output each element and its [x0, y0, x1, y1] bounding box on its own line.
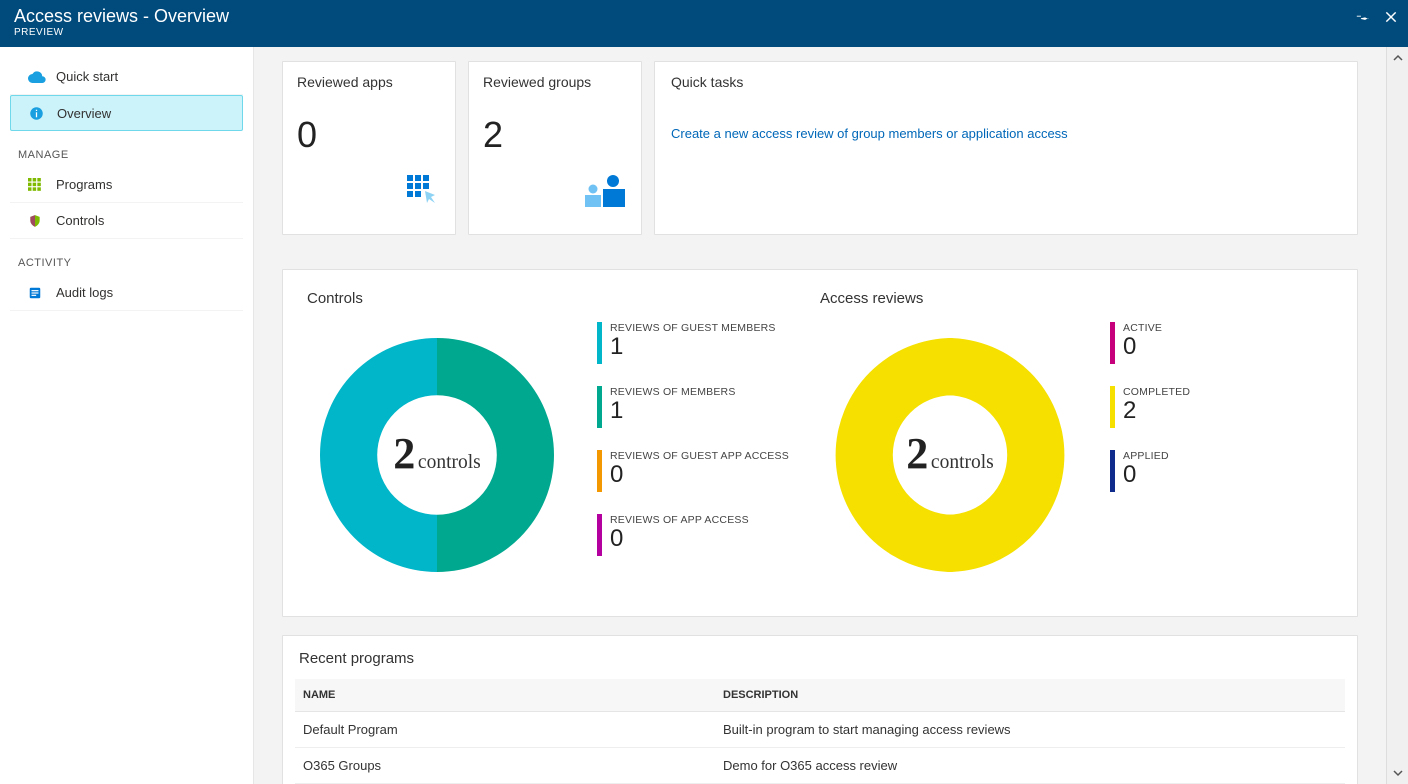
pin-icon[interactable]: [1356, 10, 1370, 29]
legend-item: REVIEWS OF GUEST MEMBERS1: [597, 322, 789, 364]
card-reviewed-apps[interactable]: Reviewed apps 0: [282, 61, 456, 235]
card-title: Quick tasks: [671, 74, 1341, 90]
svg-text:2controls: 2controls: [906, 429, 994, 478]
info-icon: [29, 106, 51, 121]
legend-item: APPLIED0: [1110, 450, 1190, 492]
cloud-icon: [28, 71, 50, 83]
legend-color: [1110, 450, 1115, 492]
blade-header: Access reviews - Overview PREVIEW: [0, 0, 1408, 47]
cell-name: Default Program: [295, 712, 715, 748]
apps-icon: [405, 173, 441, 214]
sidebar-item-label: Controls: [56, 213, 104, 228]
chart-title: Access reviews: [820, 290, 1080, 307]
legend-item: REVIEWS OF APP ACCESS0: [597, 514, 789, 556]
legend-color: [597, 450, 602, 492]
cell-desc: Built-in program to start managing acces…: [715, 712, 1345, 748]
legend-color: [597, 322, 602, 364]
legend-value: 1: [610, 334, 776, 360]
sidebar: Quick start Overview MANAGE Programs Con…: [0, 47, 254, 784]
log-icon: [28, 286, 50, 300]
sidebar-item-overview[interactable]: Overview: [10, 95, 243, 131]
cell-name: O365 Groups: [295, 748, 715, 784]
chart-title: Controls: [307, 290, 567, 307]
legend-label: REVIEWS OF GUEST MEMBERS: [610, 322, 776, 334]
sidebar-item-label: Programs: [56, 177, 112, 192]
sidebar-section-manage: MANAGE: [0, 131, 253, 167]
donut-controls: 2controls: [307, 325, 567, 590]
legend-value: 1: [610, 398, 736, 424]
page-subtitle: PREVIEW: [14, 27, 1394, 38]
access-reviews-chart: Access reviews 2controls: [820, 290, 1333, 590]
card-title: Reviewed apps: [297, 74, 441, 90]
cell-desc: Demo for O365 access review: [715, 748, 1345, 784]
shield-icon: [28, 214, 50, 228]
sidebar-item-audit-logs[interactable]: Audit logs: [10, 275, 243, 311]
sidebar-item-programs[interactable]: Programs: [10, 167, 243, 203]
legend-value: 2: [1123, 398, 1190, 424]
vertical-scrollbar[interactable]: [1386, 47, 1408, 784]
card-title: Reviewed groups: [483, 74, 627, 90]
panel-title: Recent programs: [295, 650, 1345, 679]
link-create-access-review[interactable]: Create a new access review of group memb…: [671, 126, 1068, 141]
svg-text:2controls: 2controls: [393, 429, 481, 478]
legend-color: [1110, 322, 1115, 364]
sidebar-section-activity: ACTIVITY: [0, 239, 253, 275]
col-description[interactable]: DESCRIPTION: [715, 679, 1345, 712]
card-value: 0: [297, 114, 441, 156]
close-icon[interactable]: [1384, 10, 1398, 29]
legend-label: REVIEWS OF GUEST APP ACCESS: [610, 450, 789, 462]
sidebar-item-controls[interactable]: Controls: [10, 203, 243, 239]
controls-chart: Controls 2controls: [307, 290, 820, 590]
legend-value: 0: [610, 462, 789, 488]
col-name[interactable]: NAME: [295, 679, 715, 712]
legend-item: REVIEWS OF MEMBERS1: [597, 386, 789, 428]
sidebar-item-quick-start[interactable]: Quick start: [10, 59, 243, 95]
recent-programs-panel: Recent programs NAME DESCRIPTION Default…: [282, 635, 1358, 784]
scroll-down-icon[interactable]: [1387, 762, 1408, 784]
table-row[interactable]: Default Program Built-in program to star…: [295, 712, 1345, 748]
table-row[interactable]: O365 Groups Demo for O365 access review: [295, 748, 1345, 784]
grid-icon: [28, 178, 50, 192]
legend-value: 0: [1123, 462, 1169, 488]
sidebar-item-label: Overview: [57, 106, 111, 121]
legend-label: REVIEWS OF APP ACCESS: [610, 514, 749, 526]
page-title: Access reviews - Overview: [14, 6, 1394, 27]
legend-item: REVIEWS OF GUEST APP ACCESS0: [597, 450, 789, 492]
controls-legend: REVIEWS OF GUEST MEMBERS1 REVIEWS OF MEM…: [597, 290, 789, 590]
sidebar-item-label: Quick start: [56, 69, 118, 84]
legend-color: [597, 386, 602, 428]
legend-color: [1110, 386, 1115, 428]
recent-programs-table: NAME DESCRIPTION Default Program Built-i…: [295, 679, 1345, 784]
card-value: 2: [483, 114, 627, 156]
legend-label: REVIEWS OF MEMBERS: [610, 386, 736, 398]
groups-icon: [583, 173, 627, 214]
card-quick-tasks: Quick tasks Create a new access review o…: [654, 61, 1358, 235]
legend-item: ACTIVE0: [1110, 322, 1190, 364]
legend-value: 0: [610, 526, 749, 552]
donut-access-reviews: 2controls: [820, 325, 1080, 590]
legend-color: [597, 514, 602, 556]
scroll-up-icon[interactable]: [1387, 47, 1408, 69]
content-area: Reviewed apps 0 Reviewed groups 2: [254, 47, 1408, 784]
access-legend: ACTIVE0 COMPLETED2 APPLIED0: [1110, 290, 1190, 590]
card-reviewed-groups[interactable]: Reviewed groups 2: [468, 61, 642, 235]
charts-panel: Controls 2controls: [282, 269, 1358, 617]
sidebar-item-label: Audit logs: [56, 285, 113, 300]
legend-value: 0: [1123, 334, 1162, 360]
legend-item: COMPLETED2: [1110, 386, 1190, 428]
